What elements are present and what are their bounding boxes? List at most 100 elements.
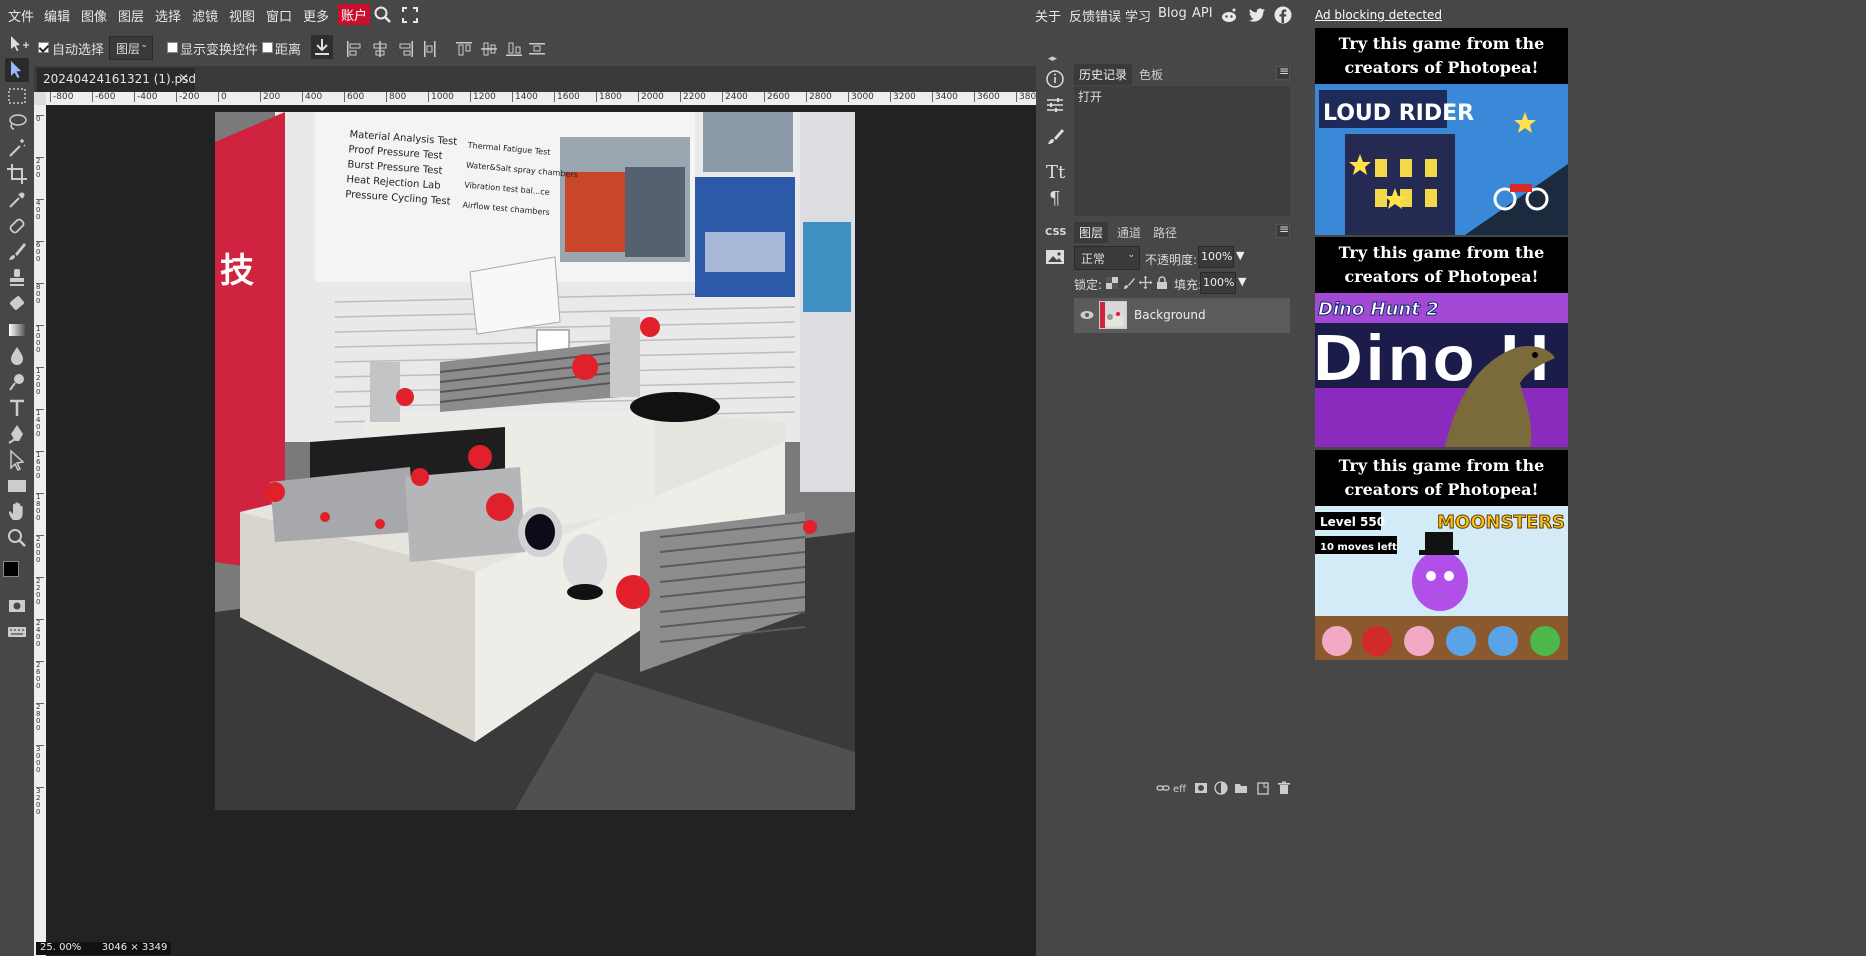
reddit-icon[interactable] (1220, 6, 1238, 24)
tab-swatches[interactable]: 色板 (1134, 64, 1168, 85)
info-icon[interactable] (1042, 66, 1068, 92)
tab-layers[interactable]: 图层 (1074, 222, 1109, 243)
clone-stamp-tool-icon[interactable] (5, 266, 29, 290)
distance-label: 距离 (275, 43, 302, 58)
align-top-icon[interactable] (455, 40, 473, 58)
menu-window[interactable]: 窗口 (266, 6, 292, 25)
lock-pixels-icon[interactable] (1123, 277, 1135, 289)
auto-select-target-dropdown[interactable]: 图层 ⌄ (109, 36, 153, 60)
css-icon[interactable]: CSS (1042, 218, 1068, 244)
link-layers-icon[interactable] (1156, 781, 1170, 795)
ad-dino-hunt[interactable]: Try this game from the creators of Photo… (1315, 237, 1568, 447)
distribute-h-icon[interactable] (421, 40, 439, 58)
blend-mode-dropdown[interactable]: 正常 ⌄ (1074, 246, 1140, 270)
menu-layer[interactable]: 图层 (118, 6, 144, 25)
adjustment-layer-icon[interactable] (1214, 781, 1228, 795)
menu-edit[interactable]: 编辑 (44, 6, 70, 25)
lasso-tool-icon[interactable] (5, 110, 29, 134)
document-tab[interactable]: 20240424161321 (1).psd × (37, 68, 196, 92)
blur-tool-icon[interactable] (5, 344, 29, 368)
path-select-tool-icon[interactable] (5, 448, 29, 472)
show-transform-checkbox[interactable] (167, 42, 178, 53)
paragraph-icon[interactable]: ¶ (1042, 184, 1068, 210)
pen-tool-icon[interactable] (5, 422, 29, 446)
history-item[interactable]: 打开 (1078, 88, 1102, 105)
align-middle-v-icon[interactable] (480, 40, 498, 58)
eraser-tool-icon[interactable] (5, 292, 29, 316)
ad-blocking-notice[interactable]: Ad blocking detected (1315, 8, 1442, 22)
crop-tool-icon[interactable] (5, 162, 29, 186)
brush-tool-icon[interactable] (5, 240, 29, 264)
ruler-tick-label: 2600 (36, 661, 44, 690)
distance-checkbox[interactable] (262, 42, 273, 53)
menu-file[interactable]: 文件 (8, 6, 34, 25)
link-about[interactable]: 关于 (1035, 6, 1061, 25)
link-blog[interactable]: Blog (1158, 6, 1187, 21)
keyboard-icon[interactable] (5, 620, 29, 644)
new-layer-icon[interactable] (1256, 781, 1270, 795)
fill-dropdown-icon[interactable]: ▼ (1238, 275, 1246, 288)
layer-effects-icon[interactable]: eff (1173, 781, 1191, 795)
link-report-bug[interactable]: 反馈错误 (1069, 6, 1121, 25)
lock-all-icon[interactable] (1156, 276, 1168, 289)
collapse-panels-icon[interactable]: ◂▸ (1048, 54, 1057, 64)
tab-channels[interactable]: 通道 (1112, 222, 1146, 243)
opacity-dropdown-icon[interactable]: ▼ (1236, 249, 1244, 262)
ad-moonsters[interactable]: Try this game from the creators of Photo… (1315, 450, 1568, 660)
menu-filter[interactable]: 滤镜 (192, 6, 218, 25)
distribute-v-icon[interactable] (528, 40, 546, 58)
layer-row[interactable]: Background (1074, 298, 1290, 333)
close-icon[interactable]: × (178, 71, 189, 86)
align-left-icon[interactable] (345, 40, 363, 58)
layer-mask-icon[interactable] (1194, 781, 1208, 795)
zoom-level[interactable]: 25. 00% (40, 942, 81, 953)
image-icon[interactable] (1042, 244, 1068, 270)
opacity-input[interactable]: 100% (1198, 246, 1234, 268)
align-right-icon[interactable] (397, 40, 415, 58)
character-icon[interactable]: Tt (1042, 158, 1068, 184)
eyedropper-tool-icon[interactable] (5, 188, 29, 212)
tab-paths[interactable]: 路径 (1148, 222, 1182, 243)
menu-view[interactable]: 视图 (229, 6, 255, 25)
link-learn[interactable]: 学习 (1125, 6, 1151, 25)
lock-transparency-icon[interactable] (1106, 277, 1118, 289)
magic-wand-tool-icon[interactable] (5, 136, 29, 160)
adjustments-icon[interactable] (1042, 92, 1068, 118)
menu-account[interactable]: 账户 (338, 4, 371, 25)
fill-input[interactable]: 100% (1200, 272, 1236, 294)
align-center-h-icon[interactable] (371, 40, 389, 58)
gradient-tool-icon[interactable] (5, 318, 29, 342)
auto-select-checkbox[interactable] (38, 42, 49, 53)
folder-icon[interactable] (1234, 781, 1248, 795)
rectangle-tool-icon[interactable] (5, 474, 29, 498)
marquee-tool-icon[interactable] (5, 84, 29, 108)
type-tool-icon[interactable] (5, 396, 29, 420)
brush-settings-icon[interactable] (1042, 124, 1068, 150)
move-tool-icon[interactable] (5, 58, 29, 82)
dodge-tool-icon[interactable] (5, 370, 29, 394)
trash-icon[interactable] (1277, 781, 1291, 795)
lock-position-icon[interactable] (1139, 276, 1152, 289)
quick-mask-icon[interactable] (5, 594, 29, 618)
ruler-tick-label: 2200 (36, 577, 44, 606)
document-canvas[interactable]: 技 Material Analysis Test Proof Pressure … (215, 112, 855, 810)
foreground-color-swatch[interactable] (3, 561, 19, 577)
menu-more[interactable]: 更多 (303, 6, 329, 25)
menu-image[interactable]: 图像 (81, 6, 107, 25)
search-icon[interactable] (373, 5, 393, 25)
eye-icon[interactable] (1080, 309, 1094, 319)
facebook-icon[interactable] (1274, 6, 1292, 24)
menu-icon[interactable] (1276, 64, 1290, 80)
healing-brush-tool-icon[interactable] (5, 214, 29, 238)
menu-icon[interactable] (1276, 222, 1290, 238)
link-api[interactable]: API (1192, 6, 1213, 21)
hand-tool-icon[interactable] (5, 500, 29, 524)
download-icon[interactable] (311, 35, 333, 59)
align-bottom-icon[interactable] (505, 40, 523, 58)
twitter-icon[interactable] (1248, 6, 1266, 24)
ad-loud-rider[interactable]: Try this game from the creators of Photo… (1315, 28, 1568, 235)
fullscreen-icon[interactable] (401, 6, 419, 24)
zoom-tool-icon[interactable] (5, 526, 29, 550)
tab-history[interactable]: 历史记录 (1074, 64, 1133, 85)
menu-select[interactable]: 选择 (155, 6, 181, 25)
